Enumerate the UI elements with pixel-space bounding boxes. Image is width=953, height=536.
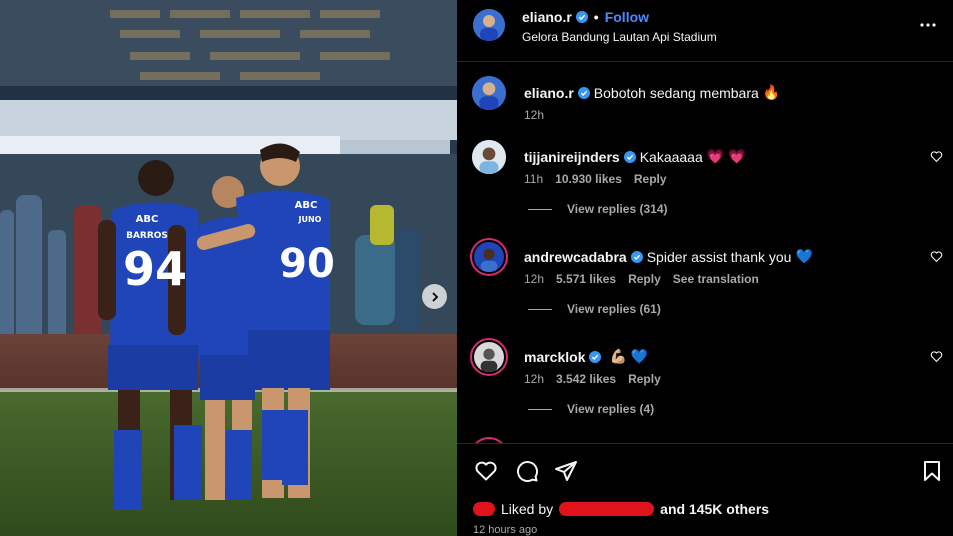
more-options-icon[interactable]	[919, 16, 937, 34]
share-paper-plane-icon[interactable]	[554, 459, 578, 483]
post-actions: Liked by and 145K others 12 hours ago	[457, 443, 953, 536]
comment-likes[interactable]: 10.930 likes	[555, 172, 622, 186]
comment-username[interactable]: tijjanireijnders	[524, 149, 620, 165]
caption-author-avatar[interactable]	[472, 76, 506, 110]
verified-badge-icon	[623, 150, 636, 163]
jersey-number-90: 90	[279, 241, 335, 287]
redacted-username	[559, 502, 655, 516]
like-comment-heart-icon[interactable]	[930, 350, 943, 363]
post-sidebar: eliano.r • Follow Gelora Bandung Lautan …	[457, 0, 953, 536]
reply-button[interactable]: Reply	[628, 372, 661, 386]
comment-likes[interactable]: 5.571 likes	[556, 272, 616, 286]
comment-likes[interactable]: 3.542 likes	[556, 372, 616, 386]
reply-button[interactable]: Reply	[628, 272, 661, 286]
jersey-name-barros: BARROS	[126, 231, 168, 241]
muscle-heart-emoji: 💪🏼 💙	[609, 348, 649, 364]
replies-divider	[528, 408, 552, 410]
post-location[interactable]: Gelora Bandung Lautan Api Stadium	[522, 30, 717, 44]
avatar-image	[473, 9, 505, 41]
separator-dot: •	[593, 9, 599, 25]
view-replies-label: View replies (314)	[567, 202, 668, 216]
post-header: eliano.r • Follow Gelora Bandung Lautan …	[457, 0, 953, 62]
reply-button[interactable]: Reply	[634, 172, 667, 186]
comment-bubble-icon[interactable]	[515, 459, 539, 483]
view-replies-button[interactable]: View replies (61)	[528, 302, 661, 316]
like-heart-icon[interactable]	[474, 459, 498, 483]
comment-username[interactable]: marcklok	[524, 349, 585, 365]
author-line: eliano.r • Follow	[522, 9, 649, 25]
jersey-number-94: 94	[123, 242, 187, 296]
follow-button[interactable]: Follow	[605, 9, 649, 25]
avatar-image	[472, 76, 506, 110]
comments-list[interactable]: eliano.r Bobotoh sedang membara 🔥 12h ti…	[457, 63, 953, 443]
caption-text: Bobotoh sedang membara	[593, 84, 759, 101]
fire-emoji: 🔥	[762, 84, 781, 100]
comment-text: Kakaaaaa	[639, 148, 703, 165]
see-translation-button[interactable]: See translation	[673, 272, 759, 286]
sponsor-logo-left: ABC	[136, 214, 159, 225]
verified-badge-icon	[630, 250, 643, 263]
comment-time: 11h	[524, 172, 544, 186]
post-photo: 94 BARROS ABC 90 JUNO ABC	[0, 0, 457, 536]
verified-badge-icon	[577, 86, 590, 99]
liked-by-suffix: and 145K others	[660, 501, 770, 517]
blue-heart-emoji: 💙	[795, 248, 813, 264]
like-comment-heart-icon[interactable]	[930, 250, 943, 263]
stadium-photo: 94 BARROS ABC 90 JUNO ABC	[0, 0, 457, 536]
view-replies-button[interactable]: View replies (4)	[528, 402, 654, 416]
caption-time: 12h	[524, 108, 545, 122]
commenter-avatar[interactable]	[470, 338, 508, 376]
replies-divider	[528, 308, 552, 310]
author-username[interactable]: eliano.r	[522, 9, 572, 25]
replies-divider	[528, 208, 552, 210]
instagram-post-viewer: 94 BARROS ABC 90 JUNO ABC eliano.r • Fol…	[0, 0, 953, 536]
jersey-name-juno: JUNO	[298, 215, 322, 224]
next-photo-button[interactable]	[422, 284, 447, 309]
like-comment-heart-icon[interactable]	[930, 150, 943, 163]
heart-emoji: 💗 💗	[706, 148, 746, 164]
liked-by-line[interactable]: Liked by and 145K others	[473, 501, 769, 517]
view-replies-label: View replies (61)	[567, 302, 661, 316]
verified-badge-icon	[589, 350, 602, 363]
view-replies-label: View replies (4)	[567, 402, 655, 416]
redacted-avatar	[473, 502, 495, 516]
comment-username[interactable]: andrewcadabra	[524, 249, 627, 265]
comment-time: 12h	[524, 372, 545, 386]
commenter-avatar[interactable]	[472, 140, 506, 174]
liked-by-prefix: Liked by	[501, 501, 554, 517]
view-replies-button[interactable]: View replies (314)	[528, 202, 668, 216]
avatar-image	[474, 242, 504, 272]
author-avatar[interactable]	[473, 9, 505, 41]
post-timestamp[interactable]: 12 hours ago	[473, 524, 537, 536]
comment-time: 12h	[524, 272, 545, 286]
chevron-right-icon	[431, 291, 438, 302]
verified-badge-icon	[575, 11, 588, 23]
commenter-avatar[interactable]	[470, 238, 508, 276]
caption-username[interactable]: eliano.r	[524, 85, 574, 101]
avatar-image	[474, 342, 504, 372]
comment-text: Spider assist thank you	[646, 248, 792, 265]
save-bookmark-icon[interactable]	[920, 459, 944, 483]
avatar-image	[472, 140, 506, 174]
sponsor-logo-right: ABC	[295, 200, 318, 211]
